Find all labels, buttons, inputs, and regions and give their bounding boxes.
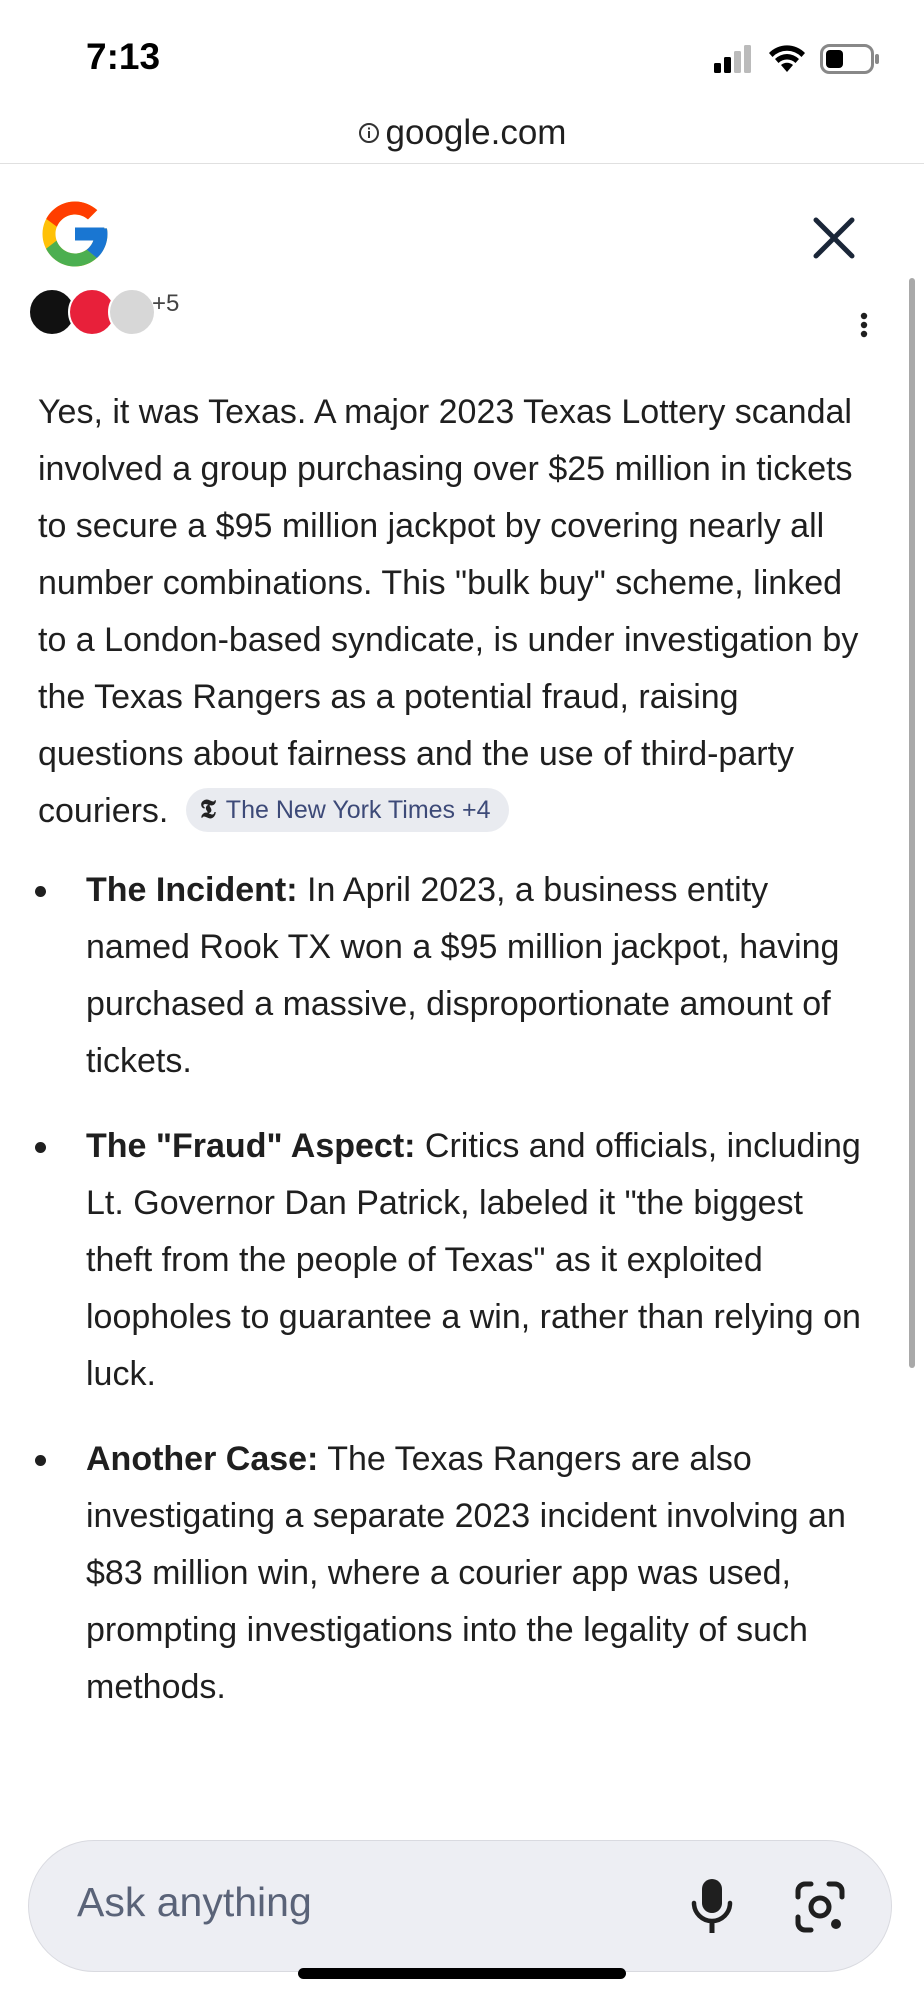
status-bar: 7:13 xyxy=(0,0,924,110)
answer-bullets: The Incident: In April 2023, a business … xyxy=(35,862,878,1716)
answer-intro-text: Yes, it was Texas. A major 2023 Texas Lo… xyxy=(38,393,859,830)
bullet-text: Critics and officials, including Lt. Gov… xyxy=(86,1127,861,1393)
url-bar[interactable]: google.com xyxy=(0,104,924,162)
google-g-logo[interactable] xyxy=(36,195,114,273)
nyt-logo-icon: 𝕿 xyxy=(199,794,216,825)
ask-placeholder: Ask anything xyxy=(77,1879,312,1925)
bullet-item: The Incident: In April 2023, a business … xyxy=(35,862,878,1090)
citation-chip[interactable]: 𝕿 The New York Times +4 xyxy=(185,788,509,833)
info-icon xyxy=(358,123,379,143)
bullet-item: The "Fraud" Aspect: Critics and official… xyxy=(35,1118,878,1403)
bullet-title: Another Case: xyxy=(86,1440,319,1478)
bullet-title: The Incident: xyxy=(86,871,298,909)
ai-answer: Yes, it was Texas. A major 2023 Texas Lo… xyxy=(35,384,878,1744)
wifi-icon xyxy=(769,45,805,72)
battery-icon xyxy=(820,44,879,74)
home-indicator[interactable] xyxy=(298,1968,626,1979)
bullet-item: Another Case: The Texas Rangers are also… xyxy=(35,1431,878,1716)
google-lens-icon[interactable] xyxy=(792,1879,848,1935)
source-avatar-news xyxy=(108,288,156,336)
status-icons xyxy=(714,44,880,74)
toolbar-divider xyxy=(0,163,924,164)
citation-label: The New York Times +4 xyxy=(225,795,491,824)
mic-icon[interactable] xyxy=(684,1875,740,1939)
cellular-signal-icon xyxy=(714,45,751,73)
answer-intro: Yes, it was Texas. A major 2023 Texas Lo… xyxy=(38,384,878,840)
ask-input[interactable]: Ask anything xyxy=(28,1840,892,1972)
bullet-title: The "Fraud" Aspect: xyxy=(86,1127,416,1165)
scrollbar[interactable] xyxy=(909,278,915,1368)
sources-more-count: +5 xyxy=(152,290,180,317)
more-vert-icon[interactable] xyxy=(860,312,868,338)
url-text: google.com xyxy=(385,113,567,152)
close-icon[interactable] xyxy=(806,210,862,266)
status-time: 7:13 xyxy=(86,36,161,77)
bullet-text: The Texas Rangers are also investigating… xyxy=(86,1440,846,1706)
